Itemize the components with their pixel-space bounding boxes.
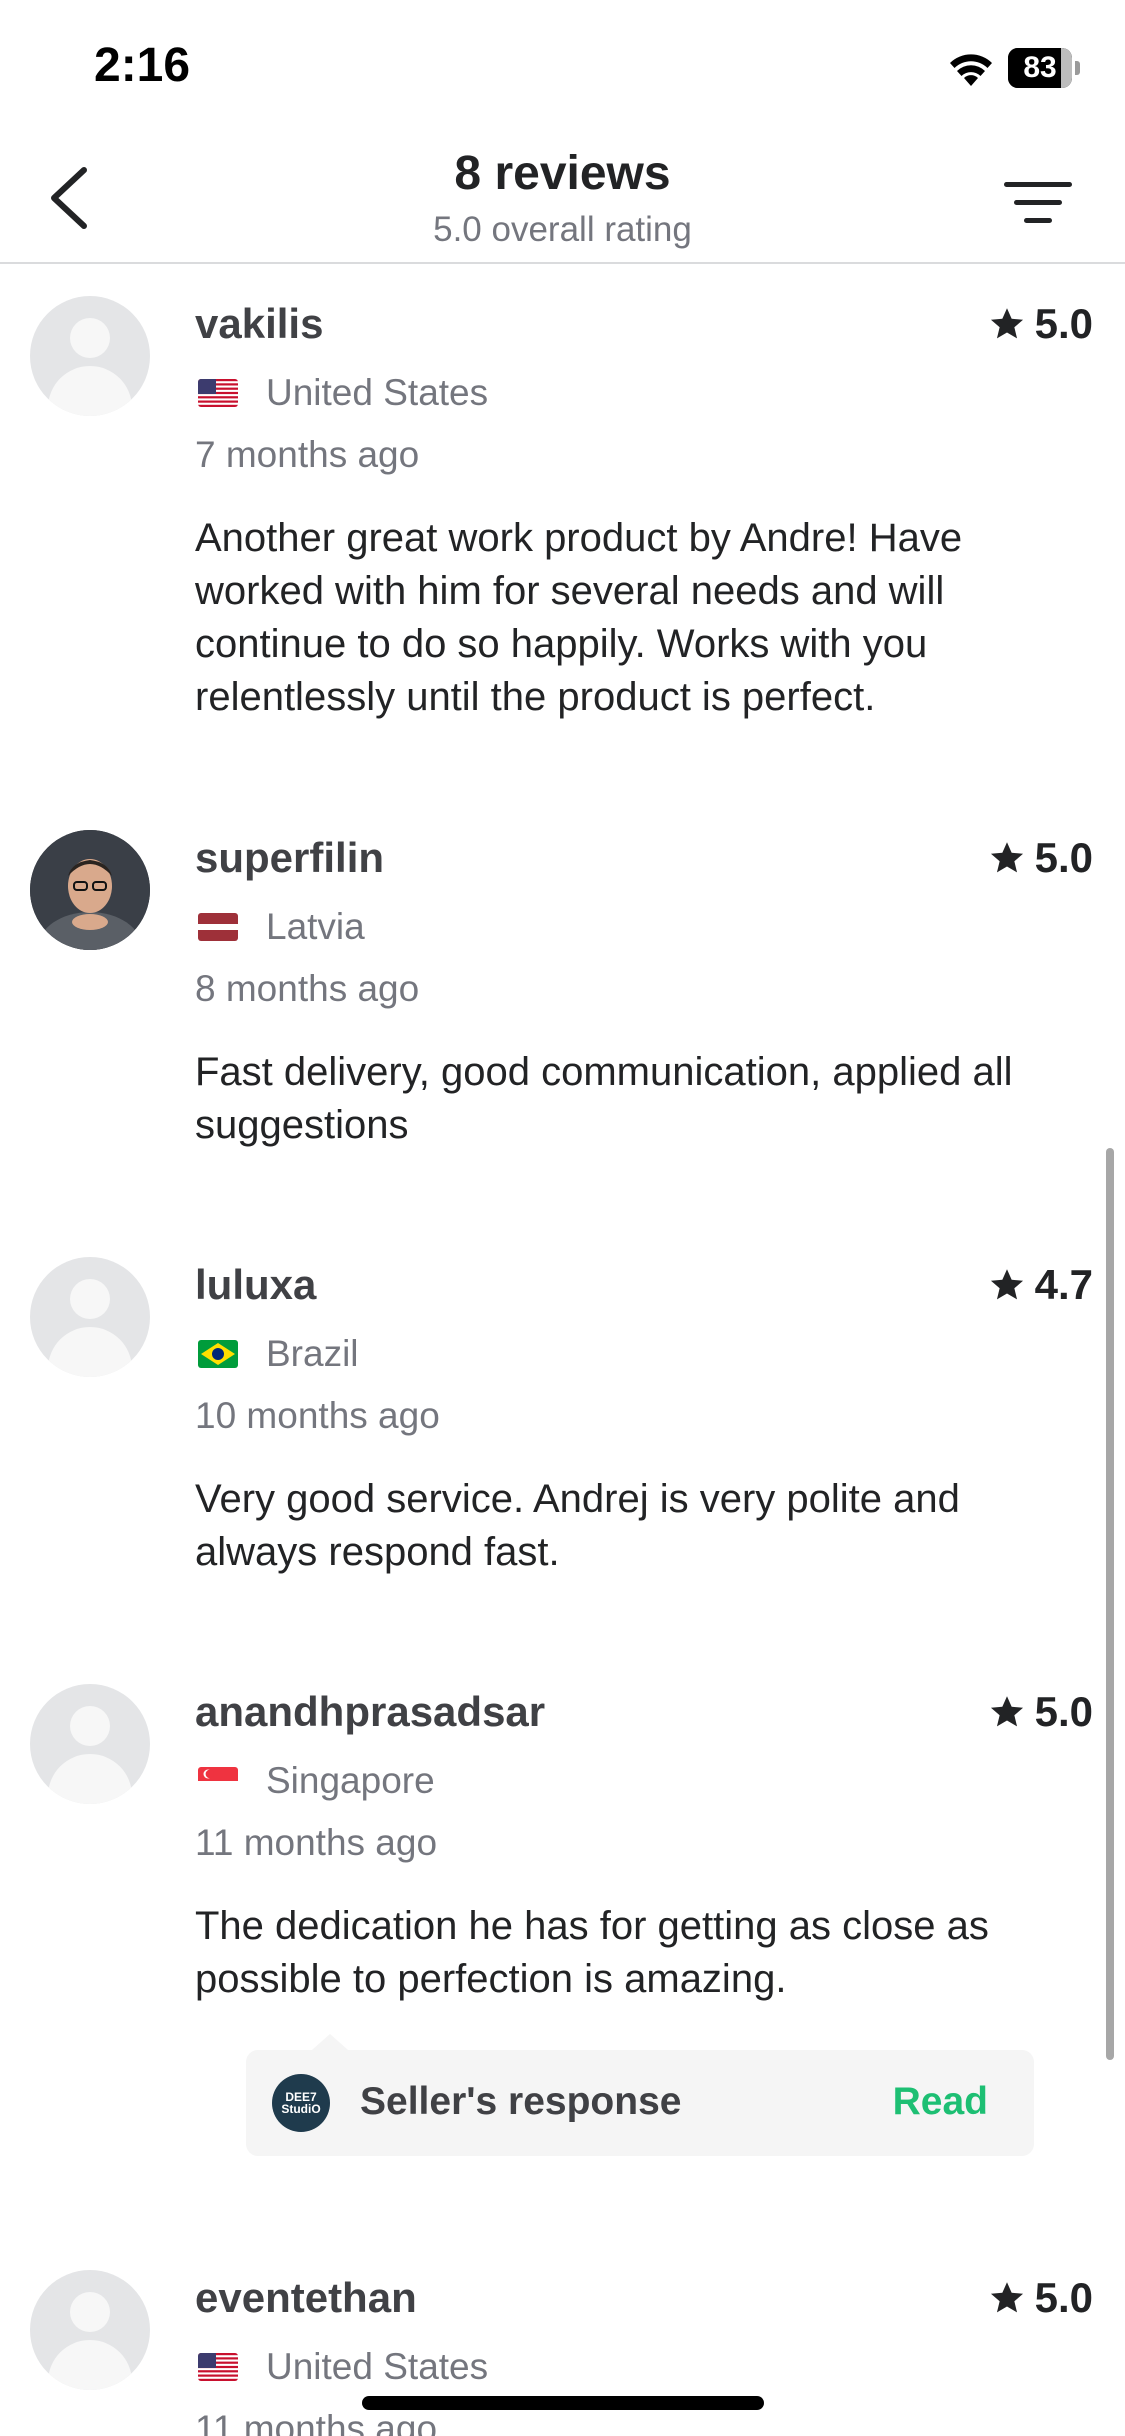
reviewer-name[interactable]: luluxa bbox=[195, 1261, 316, 1309]
review-item: luluxa 4.7 Brazil 10 months ago Very goo… bbox=[0, 1257, 1125, 1617]
avatar bbox=[30, 830, 150, 950]
avatar bbox=[30, 296, 150, 416]
country-row: Brazil bbox=[198, 1333, 359, 1375]
latvia-flag-icon bbox=[198, 913, 238, 941]
star-icon bbox=[990, 1269, 1023, 1300]
status-bar: 2:16 83 bbox=[0, 0, 1125, 132]
rating-value: 5.0 bbox=[1034, 834, 1093, 881]
rating-value: 4.7 bbox=[1034, 1261, 1093, 1308]
country-name: Brazil bbox=[266, 1333, 359, 1374]
us-flag-icon bbox=[198, 379, 238, 407]
review-item: superfilin 5.0 Latvia 8 months ago Fast … bbox=[0, 830, 1125, 1190]
review-date: 11 months ago bbox=[195, 1822, 438, 1863]
review-date: 11 months ago bbox=[195, 2408, 438, 2436]
review-date: 10 months ago bbox=[195, 1395, 440, 1436]
review-text: Very good service. Andrej is very polite… bbox=[195, 1477, 960, 1574]
page-title: 8 reviews bbox=[454, 147, 671, 200]
filter-button[interactable] bbox=[1004, 172, 1076, 232]
status-time: 2:16 bbox=[94, 39, 191, 92]
star-icon bbox=[990, 2282, 1023, 2313]
read-response-link[interactable]: Read bbox=[893, 2080, 988, 2124]
star-icon bbox=[990, 1696, 1023, 1727]
seller-logo: DEE7 StudiO bbox=[272, 2074, 330, 2132]
country-row: Latvia bbox=[198, 906, 365, 948]
seller-response-label: Seller's response bbox=[360, 2080, 682, 2123]
home-indicator[interactable] bbox=[362, 2396, 764, 2410]
review-date: 8 months ago bbox=[195, 968, 420, 1009]
battery-level: 83 bbox=[1023, 51, 1057, 84]
review-item: anandhprasadsar 5.0 Singapore 11 months … bbox=[0, 1684, 1125, 2044]
reviewer-name[interactable]: eventethan bbox=[195, 2274, 417, 2322]
rating-value: 5.0 bbox=[1034, 2274, 1093, 2321]
review-text: Fast delivery, good communication, appli… bbox=[195, 1050, 1013, 1147]
rating-value: 5.0 bbox=[1034, 1688, 1093, 1735]
country-name: Latvia bbox=[266, 906, 365, 947]
country-row: Singapore bbox=[198, 1760, 435, 1802]
avatar bbox=[30, 2270, 150, 2390]
star-icon bbox=[990, 308, 1023, 339]
country-row: United States bbox=[198, 372, 488, 414]
review-text: The dedication he has for getting as clo… bbox=[195, 1904, 989, 2001]
rating-value: 5.0 bbox=[1034, 300, 1093, 347]
overall-rating: 5.0 overall rating bbox=[433, 210, 692, 249]
review-rating: 5.0 bbox=[989, 300, 1093, 348]
avatar bbox=[30, 1684, 150, 1804]
reviewer-name[interactable]: anandhprasadsar bbox=[195, 1688, 545, 1736]
review-rating: 5.0 bbox=[989, 2274, 1093, 2322]
country-name: United States bbox=[266, 2346, 489, 2387]
scrollbar[interactable] bbox=[1106, 1148, 1114, 2060]
review-date: 7 months ago bbox=[195, 434, 420, 475]
reviewer-name[interactable]: superfilin bbox=[195, 834, 384, 882]
us-flag-icon bbox=[198, 2353, 238, 2381]
reviews-screen: 2:16 83 8 reviews 5.0 overall rating vak… bbox=[0, 0, 1125, 2436]
review-item: eventethan 5.0 United States 11 months a… bbox=[0, 2270, 1125, 2436]
brazil-flag-icon bbox=[198, 1340, 238, 1368]
review-rating: 5.0 bbox=[989, 1688, 1093, 1736]
header: 8 reviews 5.0 overall rating bbox=[0, 132, 1125, 264]
star-icon bbox=[990, 842, 1023, 873]
review-item: vakilis 5.0 United States 7 months ago A… bbox=[0, 296, 1125, 736]
wifi-icon bbox=[950, 54, 992, 86]
country-row: United States bbox=[198, 2346, 488, 2388]
reviewer-name[interactable]: vakilis bbox=[195, 300, 323, 348]
country-name: Singapore bbox=[266, 1760, 435, 1801]
avatar bbox=[30, 1257, 150, 1377]
seller-response[interactable]: DEE7 StudiO Seller's response Read bbox=[246, 2034, 1034, 2156]
review-rating: 4.7 bbox=[989, 1261, 1093, 1309]
review-text: Another great work product by Andre! Hav… bbox=[195, 516, 963, 719]
battery-icon: 83 bbox=[1008, 48, 1080, 88]
singapore-flag-icon bbox=[198, 1767, 238, 1795]
country-name: United States bbox=[266, 372, 489, 413]
review-rating: 5.0 bbox=[989, 834, 1093, 882]
